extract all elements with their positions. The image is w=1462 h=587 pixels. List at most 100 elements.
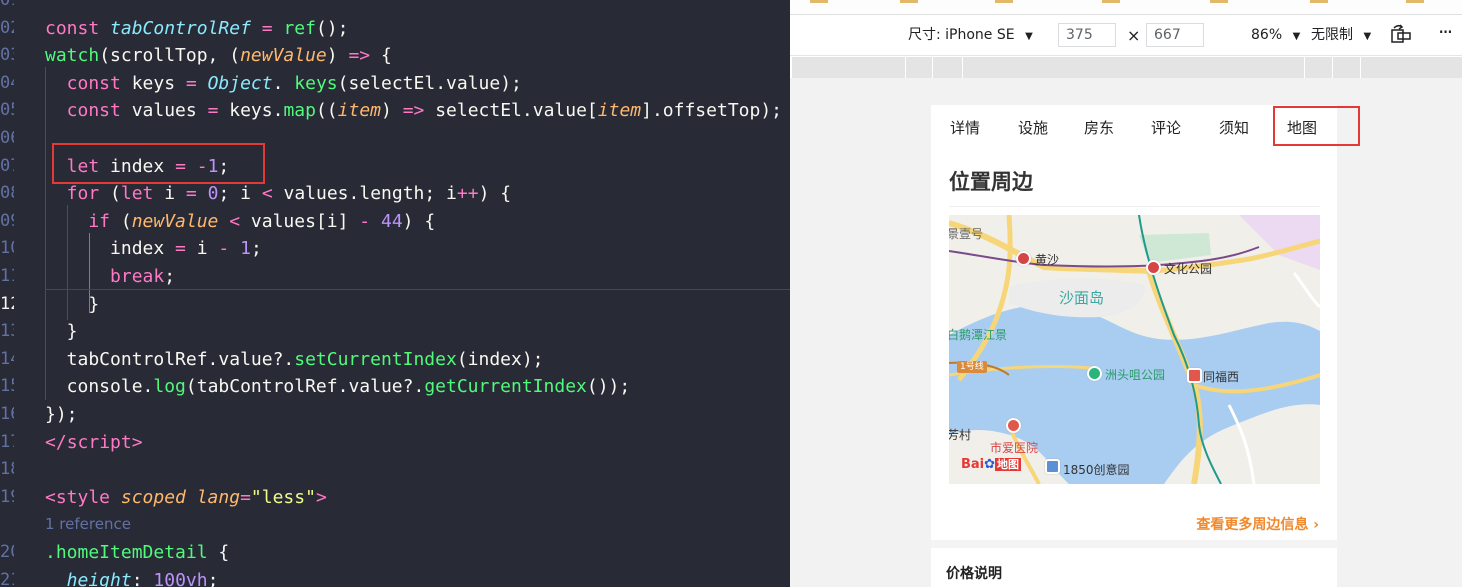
code-token: tabControlRef: [110, 17, 251, 39]
code-line[interactable]: 05 const values = keys.map((item) => sel…: [0, 97, 790, 124]
code-text: </script>: [45, 429, 143, 456]
tab-marker: [1310, 0, 1328, 3]
code-token: }: [45, 321, 78, 343]
code-token: >: [131, 431, 143, 453]
code-token: ++: [456, 183, 479, 205]
code-line[interactable]: 09 if (newValue < values[i] - 44) {: [0, 208, 790, 235]
code-token: newValue: [131, 210, 219, 232]
more-options-icon[interactable]: ···: [1438, 22, 1453, 42]
phone-viewport[interactable]: 详情 设施 房东 评论 须知 地图 位置周边 景壹号 黄沙 文化公园 沙面岛 白…: [931, 105, 1337, 587]
current-line-highlight: [45, 289, 790, 290]
code-text: index = i - 1;: [45, 235, 262, 262]
line-number: 02: [0, 17, 14, 38]
code-token: (: [229, 45, 241, 67]
code-token: {: [207, 542, 230, 563]
tab-marker: [1102, 0, 1120, 3]
code-token: values.length; i: [283, 183, 457, 205]
line-number: 11: [0, 266, 14, 286]
code-token: =>: [337, 45, 381, 67]
metro-station-icon: [1187, 368, 1202, 383]
code-token: log: [153, 376, 186, 398]
code-editor[interactable]: 0102const tabControlRef = ref();03watch(…: [0, 0, 790, 587]
throttle-select[interactable]: 无限制 ▼: [1311, 26, 1371, 46]
device-select[interactable]: 尺寸: iPhone SE ▼: [908, 26, 1033, 46]
tab-marker: [900, 0, 918, 3]
code-text: const keys = Object. keys(selectEl.value…: [45, 70, 522, 97]
map-label-top-left: 景壹号: [949, 227, 984, 241]
line-number: 05: [0, 100, 14, 121]
height-input[interactable]: 667: [1146, 23, 1204, 47]
tab-notice[interactable]: 须知: [1219, 119, 1249, 137]
code-token: let: [120, 183, 165, 205]
line-number: 12: [0, 293, 14, 314]
tab-details[interactable]: 详情: [950, 119, 980, 137]
code-line[interactable]: 12 }: [0, 291, 790, 318]
code-token: break: [45, 266, 165, 287]
tab-reviews[interactable]: 评论: [1151, 119, 1181, 137]
zoom-select[interactable]: 86% ▼: [1251, 26, 1300, 46]
indent-guide: [89, 233, 90, 313]
code-token: Object: [207, 72, 273, 94]
code-line[interactable]: 15 console.log(tabControlRef.value?.getC…: [0, 373, 790, 400]
code-line[interactable]: 17 </script>: [0, 429, 790, 456]
code-line[interactable]: 13 }: [0, 318, 790, 345]
chevron-down-icon: ▼: [1025, 31, 1033, 42]
code-line[interactable]: 02 const tabControlRef = ref();: [0, 15, 790, 42]
tab-landlord[interactable]: 房东: [1084, 119, 1114, 137]
browser-device-preview: 尺寸: iPhone SE ▼ 375 × 667 86% ▼ 无限制 ▼ ··…: [790, 0, 1462, 587]
code-line[interactable]: 03 watch(scrollTop, (newValue) => {: [0, 42, 790, 69]
code-token: watch: [45, 45, 100, 67]
more-info-link[interactable]: 查看更多周边信息 ›: [1196, 514, 1319, 534]
width-input[interactable]: 375: [1058, 23, 1116, 47]
line-number: 15: [0, 376, 14, 397]
code-token: 0: [207, 183, 219, 205]
code-token: item: [597, 100, 642, 122]
device-label: 尺寸: iPhone SE: [908, 27, 1015, 43]
code-line[interactable]: 14 tabControlRef.value?.setCurrentIndex(…: [0, 346, 790, 373]
tab-marker: [810, 0, 828, 3]
rotate-icon[interactable]: [1390, 24, 1412, 49]
code-token: ) {: [478, 183, 512, 205]
code-line[interactable]: 10 index = i - 1;: [0, 235, 790, 262]
code-line[interactable]: 11 break;: [0, 263, 790, 290]
tab-marker: [995, 0, 1013, 3]
map-view[interactable]: 景壹号 黄沙 文化公园 沙面岛 白鹅潭江景 1号线 洲头咀公园 同福西 芳村 市…: [949, 215, 1320, 484]
tab-facilities[interactable]: 设施: [1018, 119, 1048, 137]
code-line[interactable]: 16});: [0, 401, 790, 428]
code-token: });: [45, 404, 78, 425]
indent-guide: [67, 205, 68, 320]
code-token: -: [218, 238, 241, 260]
code-text: const values = keys.map((item) => select…: [45, 97, 782, 124]
code-token: 1 reference: [45, 515, 131, 534]
line-number: 08: [0, 183, 14, 204]
metro-line-badge: 1号线: [957, 361, 987, 373]
code-token: script: [66, 431, 132, 453]
code-token: (: [120, 210, 132, 232]
browser-tab-strip: [790, 0, 1462, 15]
code-line[interactable]: 1 reference: [0, 511, 790, 538]
code-token: ((: [315, 100, 338, 122]
throttle-label: 无限制: [1311, 27, 1353, 43]
section-title-price: 价格说明: [946, 566, 1002, 582]
code-line[interactable]: 08 for (let i = 0; i < values.length; i+…: [0, 180, 790, 207]
device-canvas: 详情 设施 房东 评论 须知 地图 位置周边 景壹号 黄沙 文化公园 沙面岛 白…: [790, 78, 1462, 587]
map-label-hospital: 市爱医院: [990, 441, 1039, 455]
code-line[interactable]: 21 height: 100vh;: [0, 567, 790, 587]
code-token: height: [45, 569, 132, 587]
map-label-huangsha: 黄沙: [1035, 253, 1060, 267]
map-label-baie: 白鹅潭江景: [949, 328, 1008, 342]
code-line[interactable]: 01: [0, 0, 790, 14]
code-line[interactable]: 18: [0, 456, 790, 483]
code-text: for (let i = 0; i < values.length; i++) …: [45, 180, 511, 207]
code-token: ref: [283, 17, 316, 39]
code-line[interactable]: 20 .homeItemDetail {: [0, 539, 790, 566]
line-number: 21: [0, 569, 14, 587]
code-token: (tabControlRef.value?.: [185, 376, 425, 398]
metro-station-icon: [1146, 260, 1161, 275]
media-query-ruler[interactable]: [792, 57, 1462, 78]
line-number: 17: [0, 431, 14, 452]
code-line[interactable]: 04 const keys = Object. keys(selectEl.va…: [0, 70, 790, 97]
ruler-divider: [962, 57, 963, 78]
code-token: {: [380, 45, 392, 67]
code-line[interactable]: 19 <style scoped lang="less">: [0, 484, 790, 511]
